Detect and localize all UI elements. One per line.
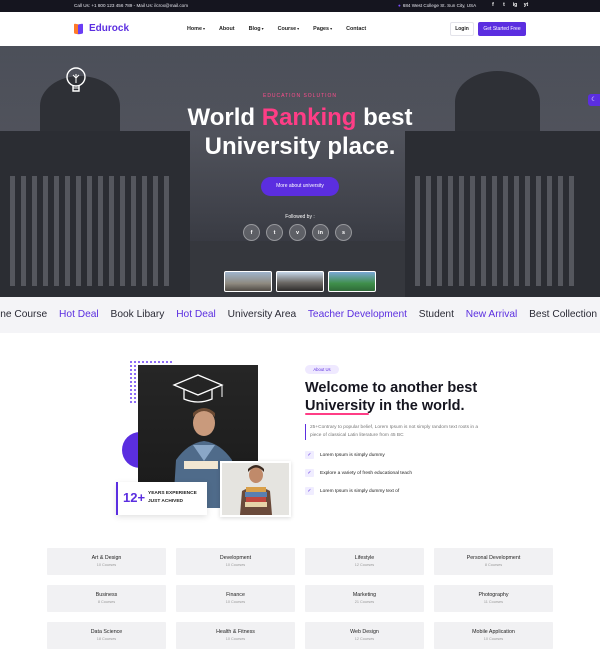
- marquee-item: nline Course: [0, 309, 48, 320]
- title-underline: [305, 413, 369, 415]
- category-card[interactable]: Web Design 12 Courses: [305, 622, 424, 649]
- youtube-icon[interactable]: yt: [523, 2, 529, 9]
- theme-toggle-icon[interactable]: ☾: [588, 94, 600, 106]
- check-icon: ✓: [305, 451, 314, 459]
- get-started-button[interactable]: Get Started Free: [478, 22, 526, 36]
- contact-info: Call Us: +1 800 123 456 789 - Mail Us: i…: [74, 3, 189, 8]
- experience-card: 12+ YEARS EXPERIENCE JUST ACHIVED: [116, 482, 207, 515]
- followed-by-label: Followed by :: [285, 214, 315, 220]
- chevron-down-icon: ▾: [261, 26, 264, 31]
- skype-icon[interactable]: s: [335, 224, 352, 241]
- category-card[interactable]: Photography 11 Courses: [434, 585, 553, 612]
- linkedin-icon[interactable]: in: [312, 224, 329, 241]
- chevron-down-icon: ▾: [297, 26, 300, 31]
- more-about-button[interactable]: More about university: [261, 177, 339, 196]
- address-text: 684 West College St. Sun City, USA: [402, 3, 477, 8]
- nav-item-course[interactable]: Course▾: [278, 26, 300, 32]
- nav-item-about[interactable]: About: [219, 26, 235, 32]
- feature-list: ✓ Lorem Ipsum is simply dummy ✓ Explore a …: [305, 451, 412, 505]
- category-card[interactable]: Mobile Application 10 Courses: [434, 622, 553, 649]
- thumbnail[interactable]: [328, 271, 376, 292]
- about-description: 25+Contrary to popular belief, Lorem Ips…: [305, 424, 485, 440]
- location-icon: ●: [398, 3, 401, 8]
- category-card[interactable]: Art & Design 10 Courses: [47, 548, 166, 575]
- category-card[interactable]: Lifestyle 12 Courses: [305, 548, 424, 575]
- nav-item-home[interactable]: Home▾: [187, 26, 205, 32]
- facebook-icon[interactable]: f: [243, 224, 260, 241]
- nav-menu: Home▾ About Blog▾ Course▾ Pages▾ Contact: [187, 26, 366, 32]
- nav-item-pages[interactable]: Pages▾: [313, 26, 332, 32]
- feature-item: ✓ Explore a variety of fresh educational …: [305, 469, 412, 477]
- category-marquee: nline Course Hot Deal Book Libary Hot De…: [0, 297, 600, 333]
- feature-item: ✓ Lorem Ipsum is simply dummy: [305, 451, 412, 459]
- about-photo-small: [220, 461, 291, 517]
- hero-socials: f t v in s: [243, 224, 352, 241]
- marquee-item: Hot Deal: [176, 309, 216, 320]
- marquee-item: Student: [418, 309, 454, 320]
- hero-section: EDUCATION SOLUTION World Ranking best Un…: [0, 46, 600, 297]
- book-icon: [74, 23, 86, 34]
- facebook-icon[interactable]: f: [490, 2, 496, 9]
- top-bar: Call Us: +1 800 123 456 789 - Mail Us: i…: [0, 0, 600, 12]
- student-books-image: [240, 465, 272, 515]
- thumbnail[interactable]: [276, 271, 324, 292]
- category-card[interactable]: Marketing 21 Courses: [305, 585, 424, 612]
- category-grid: Art & Design 10 Courses Development 10 Cou…: [47, 548, 553, 649]
- experience-number: 12+: [123, 490, 146, 505]
- nav-item-blog[interactable]: Blog▾: [249, 26, 264, 32]
- logo-text: Edurock: [89, 23, 130, 34]
- marquee-item: Best Collection: [529, 309, 598, 320]
- marquee-item: Book Libary: [110, 309, 165, 320]
- marquee-item: Hot Deal: [59, 309, 99, 320]
- about-title: Welcome to another best University in th…: [305, 380, 478, 414]
- category-card[interactable]: Personal Development 8 Courses: [434, 548, 553, 575]
- twitter-icon[interactable]: t: [266, 224, 283, 241]
- address: ● 684 West College St. Sun City, USA: [398, 3, 476, 8]
- lightbulb-icon: [66, 67, 86, 92]
- chevron-down-icon: ▾: [330, 26, 333, 31]
- category-card[interactable]: Data Science 18 Courses: [47, 622, 166, 649]
- thumbnail[interactable]: [224, 271, 272, 292]
- check-icon: ✓: [305, 487, 314, 495]
- marquee-item: Teacher Development: [307, 309, 407, 320]
- nav-item-contact[interactable]: Contact: [346, 26, 366, 32]
- check-icon: ✓: [305, 469, 314, 477]
- category-card[interactable]: Health & Fitness 10 Courses: [176, 622, 295, 649]
- feature-item: ✓ Lorem Ipsum is simply dummy text of: [305, 487, 412, 495]
- about-badge: About Us: [305, 365, 339, 374]
- hero-thumbnails: [224, 271, 376, 292]
- instagram-icon[interactable]: ig: [512, 2, 518, 9]
- main-nav: Edurock Home▾ About Blog▾ Course▾ Pages▾…: [0, 12, 600, 46]
- vimeo-icon[interactable]: v: [289, 224, 306, 241]
- category-card[interactable]: Development 10 Courses: [176, 548, 295, 575]
- category-card[interactable]: Finance 10 Courses: [176, 585, 295, 612]
- category-card[interactable]: Business 8 Courses: [47, 585, 166, 612]
- top-socials: f t ig yt: [490, 2, 529, 9]
- chevron-down-icon: ▾: [202, 26, 205, 31]
- login-button[interactable]: Login: [450, 22, 474, 36]
- logo[interactable]: Edurock: [74, 23, 129, 34]
- hero-title: World Ranking best University place.: [187, 104, 413, 160]
- twitter-icon[interactable]: t: [501, 2, 507, 9]
- hero-kicker: EDUCATION SOLUTION: [262, 93, 338, 99]
- marquee-item: University Area: [227, 309, 297, 320]
- about-section: 12+ YEARS EXPERIENCE JUST ACHIVED About …: [0, 333, 600, 543]
- marquee-item: New Arrival: [465, 309, 518, 320]
- experience-label: YEARS EXPERIENCE JUST ACHIVED: [148, 491, 197, 504]
